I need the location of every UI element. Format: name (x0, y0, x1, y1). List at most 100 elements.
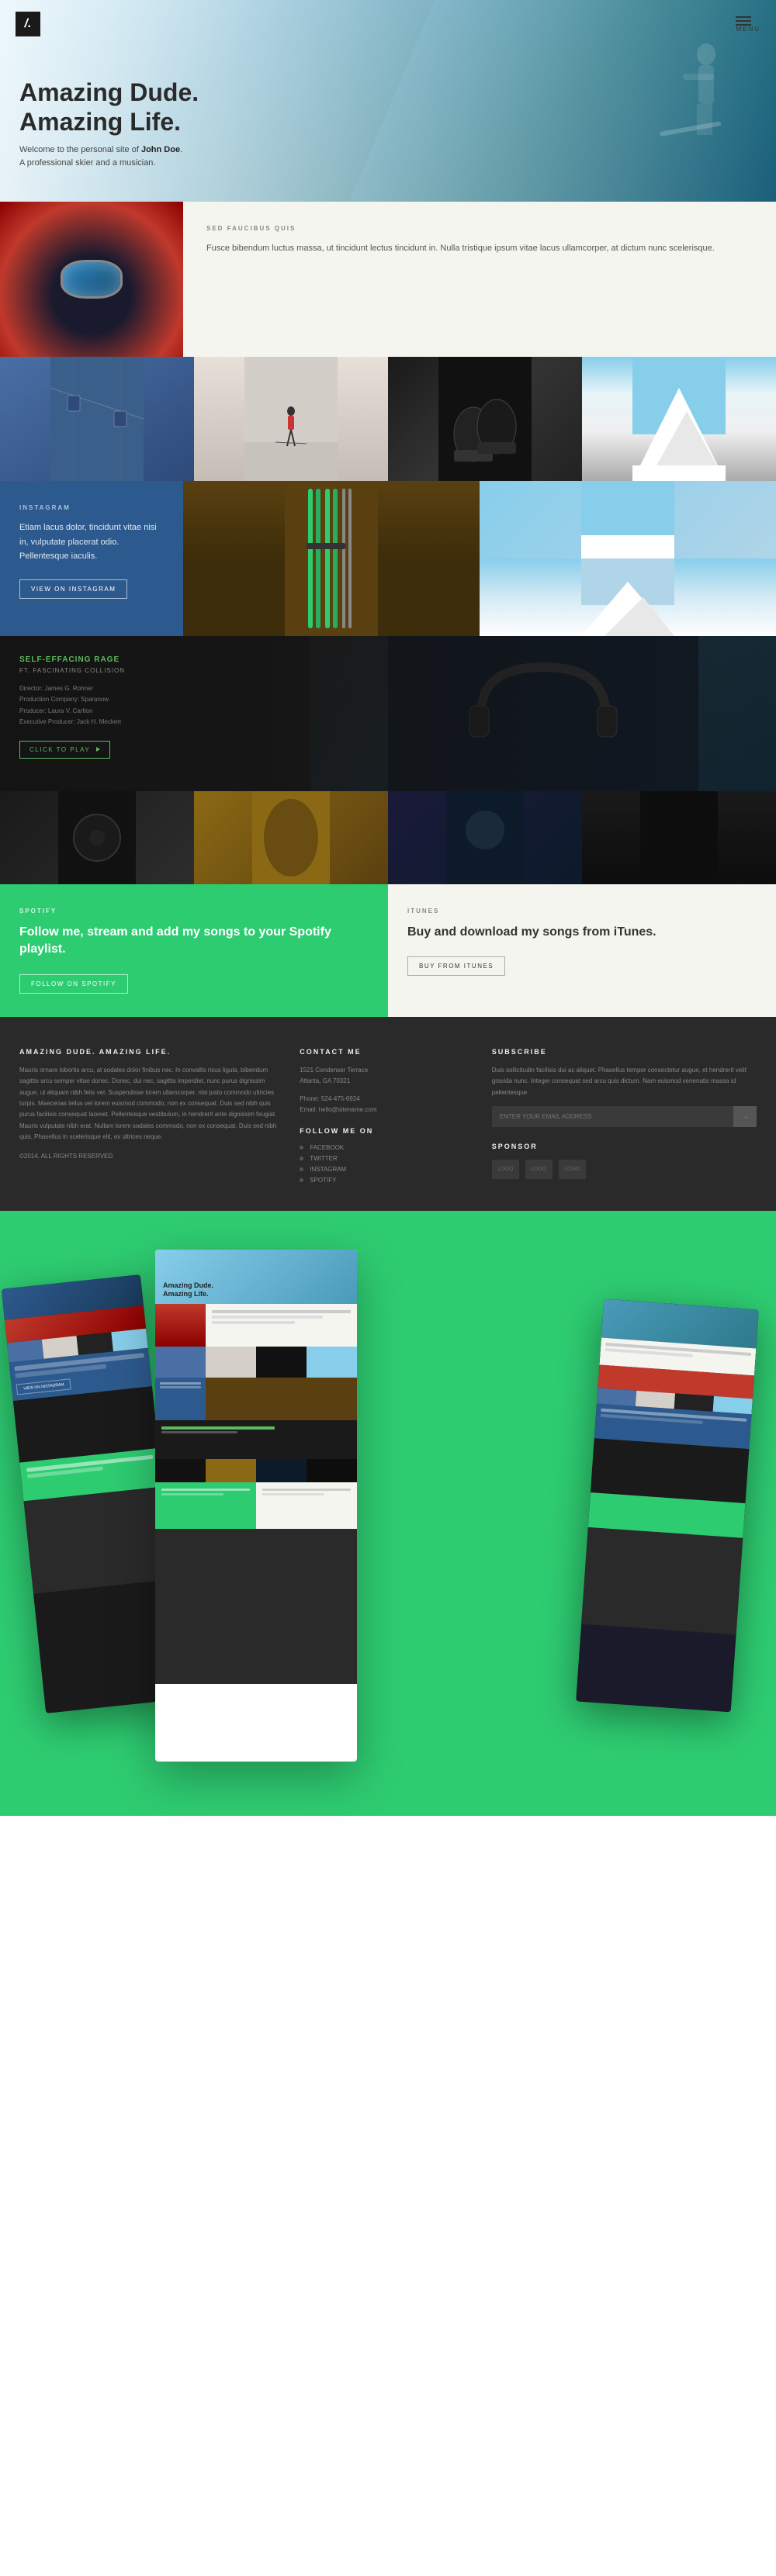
footer: AMAZING DUDE. AMAZING LIFE. Mauris ornar… (0, 1017, 776, 1212)
music-section: SELF-EFFACING RAGE FT. FASCINATING COLLI… (0, 636, 776, 791)
music-photo-3-visual (388, 791, 582, 884)
music-photo-2 (194, 791, 388, 884)
music-credits: Director: James G. Rohner Production Com… (19, 683, 175, 728)
device-center-line3 (212, 1321, 295, 1324)
device-center-streaming (155, 1482, 357, 1529)
music-director: Director: James G. Rohner (19, 683, 175, 694)
footer-brand-col: AMAZING DUDE. AMAZING LIFE. Mauris ornar… (19, 1048, 284, 1188)
dc-cell1 (155, 1347, 206, 1378)
itunes-button[interactable]: BUY FROM ITUNES (407, 956, 505, 976)
dcs-1 (155, 1459, 206, 1482)
music-photo-1 (0, 791, 194, 884)
skis-visual (183, 481, 480, 636)
dc-skis-photo (206, 1378, 357, 1420)
device-center-line1 (212, 1310, 351, 1313)
device-center: Amazing Dude.Amazing Life. (155, 1250, 357, 1762)
dr-cell2 (636, 1391, 675, 1409)
instagram-button[interactable]: VIEW ON INSTAGRAM (19, 579, 127, 599)
device-left-footer (23, 1487, 172, 1594)
itunes-label: ITUNES (407, 908, 757, 915)
device-left-btn: VIEW ON INSTAGRAM (16, 1379, 71, 1395)
footer-contact-heading: CONTACT ME (300, 1048, 476, 1056)
footer-address-1: 1521 Condenser Terrace (300, 1065, 476, 1076)
subscribe-email-input[interactable] (492, 1106, 733, 1127)
ski-boots-photo (388, 357, 582, 481)
goggle-overlay (0, 202, 183, 357)
footer-instagram-link[interactable]: INSTAGRAM (300, 1166, 476, 1173)
info-text: SED FAUCIBUS QUIS Fusce bibendum luctus … (183, 202, 776, 357)
footer-facebook-link[interactable]: FACEBOOK (300, 1144, 476, 1151)
snow-illustration (480, 481, 776, 558)
device-right-footer (581, 1527, 743, 1635)
dc-ig-line2 (160, 1386, 201, 1388)
device-center-info (155, 1304, 357, 1347)
spotify-dot-icon (300, 1178, 303, 1182)
subscribe-form: → (492, 1106, 757, 1127)
dcs-3 (256, 1459, 307, 1482)
footer-copyright: ©2014. ALL RIGHTS RESERVED. (19, 1151, 284, 1162)
instagram-dot-icon (300, 1167, 303, 1171)
dc-ig-line1 (160, 1382, 201, 1385)
dc-spotify-line2 (161, 1493, 223, 1495)
spotify-button[interactable]: FOLLOW ON SPOTIFY (19, 974, 128, 994)
menu-label: MENU (736, 26, 760, 33)
streaming-section: SPOTIFY Follow me, stream and add my son… (0, 884, 776, 1017)
dcs-4 (307, 1459, 357, 1482)
hero-title: Amazing Dude. Amazing Life. (19, 78, 199, 137)
ski-lift-photo (0, 357, 194, 481)
footer-brand-text: Mauris ornare lobortis arcu, at sodales … (19, 1065, 284, 1143)
instagram-photos-grid (183, 481, 776, 636)
mockup-container: VIEW ON INSTAGRAM Amazing Dude.Amazing L… (16, 1242, 760, 1785)
info-section: SED FAUCIBUS QUIS Fusce bibendum luctus … (0, 202, 776, 357)
subscribe-submit-button[interactable]: → (733, 1106, 757, 1127)
dc-spotify-line1 (161, 1489, 250, 1491)
footer-spotify-link[interactable]: SPOTIFY (300, 1177, 476, 1184)
skis-illustration (183, 481, 480, 636)
music-photo-1-visual (0, 791, 194, 884)
main-nav: /. MENU (0, 12, 776, 36)
dc-itunes (256, 1482, 357, 1529)
footer-sponsor-heading: SPONSOR (492, 1143, 757, 1150)
footer-inner: AMAZING DUDE. AMAZING LIFE. Mauris ornar… (0, 1048, 776, 1188)
dc-cell2 (206, 1347, 256, 1378)
footer-twitter-link[interactable]: TWITTER (300, 1155, 476, 1162)
mountain-photo (582, 357, 776, 481)
dc-itunes-line2 (262, 1493, 324, 1495)
device-center-instagram (155, 1378, 357, 1420)
dc-music-title (161, 1426, 275, 1430)
dc-cell4 (307, 1347, 357, 1378)
footer-subscribe-heading: SUBSCRIBE (492, 1048, 757, 1056)
hero-content: Amazing Dude. Amazing Life. Welcome to t… (19, 78, 199, 171)
device-left-cell1 (7, 1340, 43, 1363)
device-left-cell3 (77, 1333, 113, 1356)
play-arrow-icon (96, 747, 100, 752)
hamburger-icon[interactable] (736, 16, 760, 26)
spotify-title: Follow me, stream and add my songs to yo… (19, 924, 369, 959)
dc-spotify (155, 1482, 256, 1529)
skier-field-photo (194, 357, 388, 481)
snow-photo (480, 481, 776, 558)
device-center-header: Amazing Dude.Amazing Life. (155, 1250, 357, 1304)
skier-field-illustration (194, 357, 388, 481)
music-photo-strip (0, 791, 776, 884)
device-center-text (206, 1304, 357, 1347)
music-photo-4-visual (582, 791, 776, 884)
music-exec-producer: Executive Producer: Jack H. Meckert (19, 717, 175, 728)
sponsor-logo-2: LOGO (525, 1160, 553, 1179)
footer-email: Email: hello@sitename.com (300, 1105, 476, 1115)
music-photo-3 (388, 791, 582, 884)
device-center-music-strip (155, 1459, 357, 1482)
goggle-photo (0, 202, 183, 357)
footer-follow-block: FOLLOW ME ON FACEBOOK TWITTER INSTAGRAM … (300, 1127, 476, 1184)
device-center-photogrid (155, 1347, 357, 1378)
site-logo[interactable]: /. (16, 12, 40, 36)
facebook-dot-icon (300, 1146, 303, 1150)
play-button[interactable]: CLICK TO PLAY (19, 741, 110, 759)
footer-contact-col: CONTACT ME 1521 Condenser Terrace Atlant… (300, 1048, 476, 1188)
ski-lift-illustration (0, 357, 194, 481)
device-center-line2 (212, 1316, 323, 1319)
device-center-title: Amazing Dude.Amazing Life. (163, 1281, 213, 1298)
dr-cell4 (713, 1396, 753, 1414)
device-left-cell2 (42, 1336, 78, 1359)
menu-toggle[interactable]: MENU (736, 16, 760, 33)
